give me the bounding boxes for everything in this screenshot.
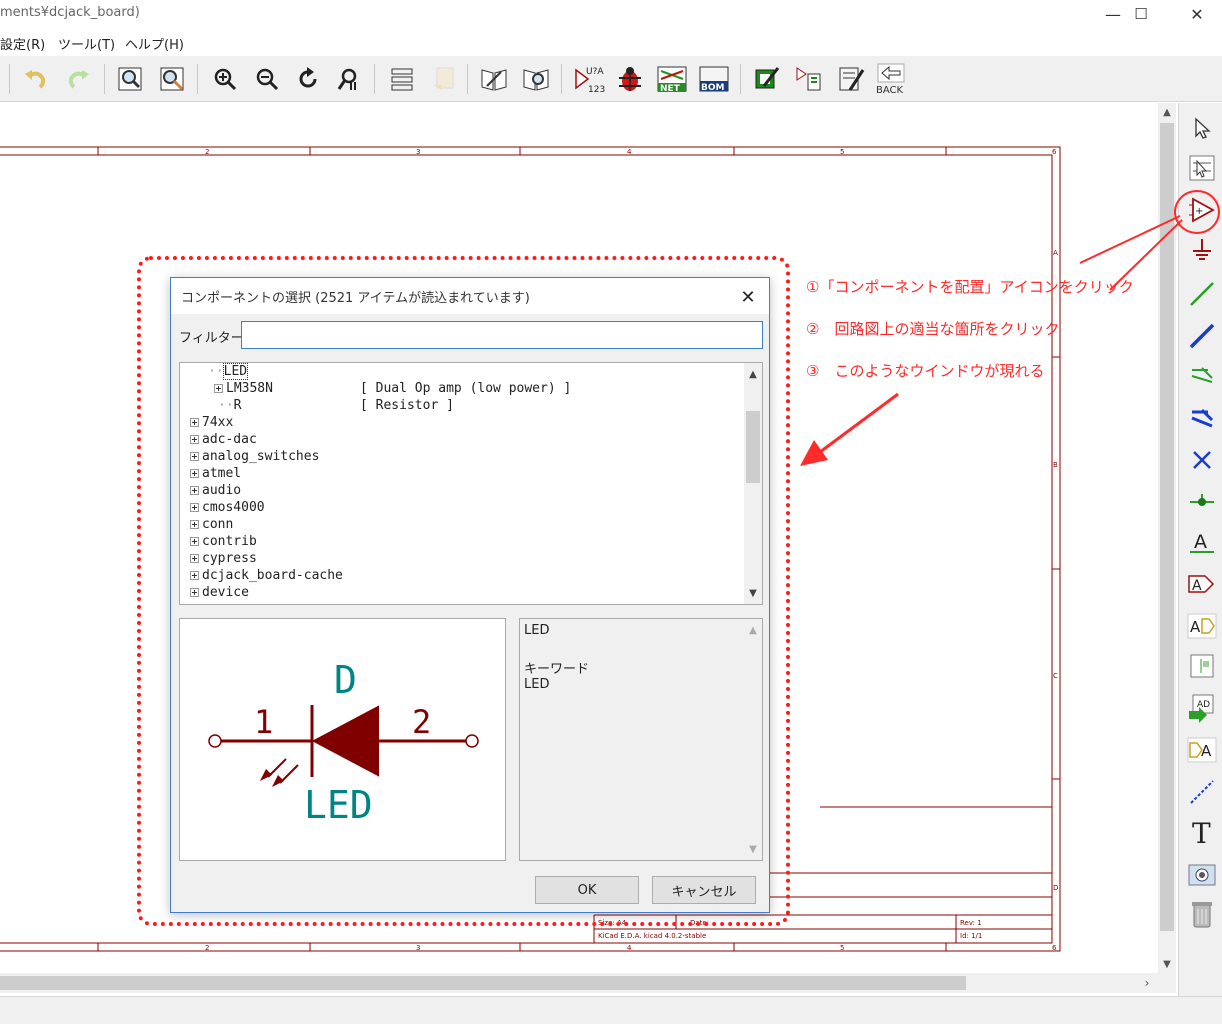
- close-button[interactable]: ✕: [1174, 0, 1220, 28]
- scroll-up-icon[interactable]: ▲: [1158, 103, 1176, 121]
- graphic-line-icon[interactable]: [1185, 775, 1219, 809]
- right-toolbar: + A A A AD A T: [1178, 103, 1222, 996]
- svg-text:BACK: BACK: [876, 85, 904, 96]
- col-label: 2: [205, 944, 209, 952]
- col-label: 2: [205, 148, 209, 156]
- toolbar-separator: [197, 64, 198, 94]
- bus-bus-entry-icon[interactable]: [1185, 401, 1219, 435]
- zoom-fit-icon[interactable]: [331, 62, 365, 96]
- col-label: 5: [840, 148, 844, 156]
- text-icon[interactable]: T: [1185, 815, 1219, 849]
- image-icon[interactable]: [1185, 857, 1219, 891]
- col-label: 3: [416, 148, 420, 156]
- edit-fields-icon[interactable]: [834, 62, 868, 96]
- svg-text:BOM: BOM: [701, 83, 725, 93]
- row-label: D: [1053, 884, 1058, 892]
- refresh-icon[interactable]: [291, 62, 325, 96]
- bom-icon[interactable]: BOM: [697, 62, 731, 96]
- toolbar-separator: [374, 64, 375, 94]
- highlight-net-icon[interactable]: [1185, 151, 1219, 185]
- erc-icon[interactable]: [613, 62, 647, 96]
- sheet-pin-icon[interactable]: A: [1185, 733, 1219, 767]
- hierarchy-icon[interactable]: [385, 62, 419, 96]
- toolbar-separator: [9, 64, 10, 94]
- maximize-button[interactable]: ☐: [1118, 0, 1164, 28]
- status-bar: [0, 996, 1222, 1024]
- window-title: ments¥dcjack_board): [0, 5, 140, 20]
- col-label: 6: [1052, 148, 1057, 156]
- zoom-in-icon[interactable]: [208, 62, 242, 96]
- undo-icon[interactable]: [18, 62, 52, 96]
- svg-text:NET: NET: [660, 84, 681, 94]
- window-titlebar: ments¥dcjack_board) — ☐ ✕: [0, 0, 1222, 28]
- toolbar-separator: [740, 64, 741, 94]
- svg-text:A: A: [1192, 578, 1202, 594]
- col-label: 6: [1052, 944, 1057, 952]
- titleblock-tool: KiCad E.D.A. kicad 4.0.2-stable: [598, 932, 706, 940]
- main-toolbar: U?A 123 NET BOM BACK: [0, 56, 1222, 102]
- row-label: B: [1053, 461, 1058, 469]
- annotation-step3: ③ このようなウインドウが現れる: [806, 362, 1045, 380]
- svg-text:123: 123: [588, 85, 605, 95]
- svg-text:A: A: [1190, 618, 1201, 636]
- import-footprint-icon[interactable]: [792, 62, 826, 96]
- menu-bar: 設定(R) ツール(T) ヘルプ(H): [0, 30, 1222, 54]
- annotation-step1: ①「コンポーネントを配置」アイコンをクリック: [806, 278, 1134, 296]
- assign-footprints-icon[interactable]: [750, 62, 784, 96]
- horizontal-scrollbar[interactable]: ›: [0, 973, 1176, 993]
- titleblock-id: Id: 1/1: [960, 932, 982, 940]
- no-connect-icon[interactable]: [1185, 443, 1219, 477]
- toolbar-separator: [104, 64, 105, 94]
- scroll-down-icon[interactable]: ▼: [1158, 955, 1176, 973]
- svg-text:A: A: [1201, 742, 1212, 760]
- import-sheet-pin-icon[interactable]: AD: [1185, 691, 1219, 725]
- zoom-page-icon[interactable]: [113, 62, 147, 96]
- select-icon[interactable]: [1185, 111, 1219, 145]
- col-label: 4: [627, 944, 632, 952]
- vertical-scroll-thumb[interactable]: [1160, 123, 1174, 931]
- leave-sheet-icon[interactable]: [427, 62, 461, 96]
- library-editor-icon[interactable]: [477, 62, 511, 96]
- hierarchical-label-icon[interactable]: A: [1185, 609, 1219, 643]
- annotate-icon[interactable]: U?A 123: [572, 62, 606, 96]
- annotation-step2: ② 回路図上の適当な箇所をクリック: [806, 320, 1060, 338]
- svg-text:T: T: [1192, 817, 1211, 847]
- dialog-highlight: [137, 256, 790, 926]
- place-power-icon[interactable]: [1185, 233, 1219, 267]
- svg-text:AD: AD: [1197, 700, 1210, 710]
- toolbar-separator: [467, 64, 468, 94]
- netlist-icon[interactable]: NET: [655, 62, 689, 96]
- vertical-scrollbar[interactable]: ▲ ▼: [1158, 103, 1176, 973]
- row-label: C: [1053, 672, 1058, 680]
- scroll-right-icon[interactable]: ›: [1138, 973, 1156, 993]
- library-browser-icon[interactable]: [519, 62, 553, 96]
- menu-preferences[interactable]: 設定(R): [0, 34, 45, 53]
- net-label-icon[interactable]: A: [1185, 525, 1219, 559]
- menu-help[interactable]: ヘルプ(H): [125, 34, 184, 53]
- horizontal-scroll-thumb[interactable]: [0, 976, 966, 990]
- redo-icon[interactable]: [62, 62, 96, 96]
- wire-bus-entry-icon[interactable]: [1185, 359, 1219, 393]
- global-label-icon[interactable]: A: [1185, 567, 1219, 601]
- row-label: A: [1053, 249, 1058, 257]
- col-label: 4: [627, 148, 632, 156]
- bus-icon[interactable]: [1185, 319, 1219, 353]
- hierarchical-sheet-icon[interactable]: [1185, 649, 1219, 683]
- junction-icon[interactable]: [1185, 485, 1219, 519]
- highlight-circle: [1174, 190, 1220, 234]
- col-label: 5: [840, 944, 844, 952]
- titleblock-rev: Rev: 1: [960, 919, 982, 927]
- toolbar-separator: [561, 64, 562, 94]
- svg-text:A: A: [1194, 531, 1207, 553]
- menu-tools[interactable]: ツール(T): [58, 34, 115, 53]
- wire-icon[interactable]: [1185, 277, 1219, 311]
- col-label: 3: [416, 944, 420, 952]
- delete-icon[interactable]: [1185, 897, 1219, 931]
- find-icon[interactable]: [155, 62, 189, 96]
- zoom-out-icon[interactable]: [250, 62, 284, 96]
- svg-text:U?A: U?A: [586, 67, 604, 77]
- back-icon[interactable]: BACK: [873, 62, 909, 96]
